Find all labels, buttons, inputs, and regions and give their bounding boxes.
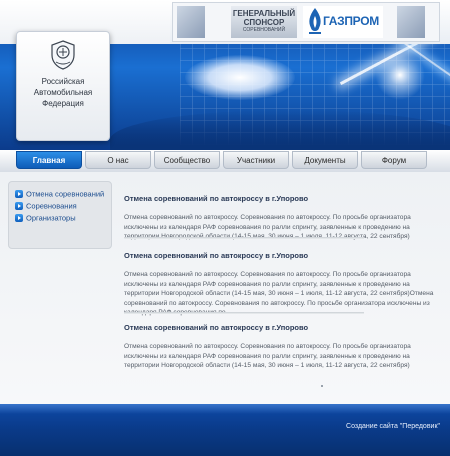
- banner-flare: [375, 50, 425, 100]
- sponsor-line2: СПОНСОР: [243, 18, 285, 27]
- news-title-link[interactable]: Отмена соревнований по автокроссу в г.Уп…: [124, 251, 444, 260]
- banner-road: [110, 110, 450, 150]
- spacer-dot: [321, 385, 323, 387]
- org-name-line: Российская: [41, 77, 85, 86]
- arrow-bullet-icon: [15, 214, 23, 223]
- gazprom-logo: ГАЗПРОМ: [303, 6, 383, 38]
- nav-item-documents[interactable]: Документы: [292, 151, 358, 169]
- footer-credit-link[interactable]: Создание сайта "Передовик": [346, 423, 440, 430]
- nav-item-about[interactable]: О нас: [85, 151, 151, 169]
- news-item: Отмена соревнований по автокроссу в г.Уп…: [124, 251, 444, 318]
- sponsor-tile-image: [397, 6, 425, 38]
- header-banner: ГЕНЕРАЛЬНЫЙ СПОНСОР СОРЕВНОВАНИЙ ГАЗПРОМ…: [0, 0, 450, 150]
- sponsor-line3: СОРЕВНОВАНИЙ: [242, 27, 286, 33]
- nav-item-forum[interactable]: Форум: [361, 151, 427, 169]
- sidebar-item-competitions[interactable]: Соревнования: [15, 201, 111, 213]
- org-name-line: Автомобильная: [33, 88, 93, 97]
- emblem-icon: [51, 40, 75, 70]
- news-divider: [124, 312, 364, 314]
- flame-icon: [309, 8, 321, 34]
- arrow-bullet-icon: [15, 190, 23, 199]
- news-title-link[interactable]: Отмена соревнований по автокроссу в г.Уп…: [124, 323, 444, 332]
- sidebar-item-organizers[interactable]: Организаторы: [15, 213, 111, 225]
- news-body: Отмена соревнований по автокроссу. Сорев…: [124, 271, 434, 316]
- footer-sheen: [0, 404, 450, 414]
- sidebar-item-cancellations[interactable]: Отмена соревнований: [15, 189, 111, 201]
- news-item: Отмена соревнований по автокроссу в г.Уп…: [124, 323, 444, 371]
- sponsor-tile-image: [177, 6, 205, 38]
- org-name-line: Федерация: [42, 99, 84, 108]
- nav-item-community[interactable]: Сообщество: [154, 151, 220, 169]
- nav-item-home[interactable]: Главная: [16, 151, 82, 169]
- sponsor-banner[interactable]: ГЕНЕРАЛЬНЫЙ СПОНСОР СОРЕВНОВАНИЙ ГАЗПРОМ: [172, 2, 440, 42]
- sponsor-line1: ГЕНЕРАЛЬНЫЙ: [232, 9, 296, 18]
- news-body: Отмена соревнований по автокроссу. Сорев…: [124, 343, 411, 369]
- sidebar-item-label: Отмена соревнований: [26, 189, 105, 199]
- gazprom-name: ГАЗПРОМ: [323, 14, 379, 28]
- arrow-bullet-icon: [15, 202, 23, 211]
- sponsor-caption: ГЕНЕРАЛЬНЫЙ СПОНСОР СОРЕВНОВАНИЙ: [231, 6, 297, 38]
- banner-cloud: [185, 55, 295, 100]
- sidebar-item-label: Организаторы: [26, 213, 76, 223]
- news-title-link[interactable]: Отмена соревнований по автокроссу в г.Уп…: [124, 194, 444, 203]
- news-item: Отмена соревнований по автокроссу в г.Уп…: [124, 194, 444, 242]
- sidebar-item-label: Соревнования: [26, 201, 77, 211]
- news-divider: [124, 237, 364, 239]
- org-name: Российская Автомобильная Федерация: [17, 76, 109, 109]
- footer: Создание сайта "Передовик": [0, 404, 450, 456]
- nav-item-participants[interactable]: Участники: [223, 151, 289, 169]
- sidebar-menu: Отмена соревнований Соревнования Организ…: [8, 181, 112, 249]
- site-logo[interactable]: Российская Автомобильная Федерация: [16, 31, 110, 141]
